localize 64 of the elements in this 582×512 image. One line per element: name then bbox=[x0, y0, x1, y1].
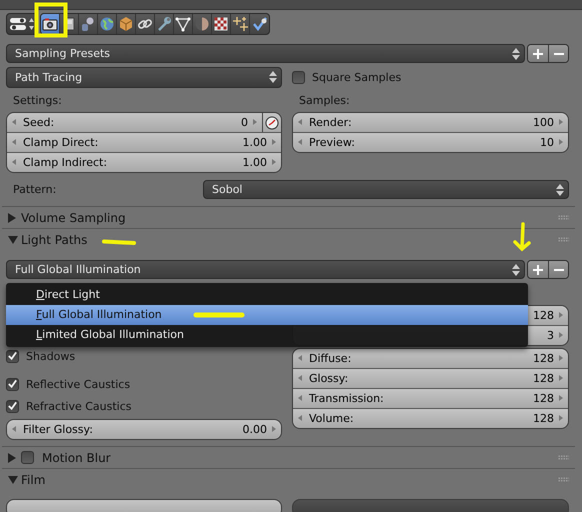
presets-dropdown[interactable]: Sampling Presets bbox=[6, 44, 525, 63]
updown-icon bbox=[512, 48, 520, 60]
clock-icon[interactable] bbox=[262, 113, 281, 132]
checkbox[interactable] bbox=[292, 71, 305, 84]
integrator-dropdown[interactable]: Path Tracing bbox=[6, 67, 282, 88]
underline-mark bbox=[193, 312, 245, 318]
grip-icon[interactable] bbox=[558, 455, 569, 460]
disclosure-icon bbox=[8, 236, 18, 244]
menu-item[interactable]: Limited Global Illumination bbox=[6, 325, 528, 345]
grip-icon[interactable] bbox=[558, 237, 569, 242]
updown-icon bbox=[512, 264, 520, 276]
number-field[interactable]: Clamp Indirect: 1.00 bbox=[7, 153, 281, 172]
number-field[interactable]: Glossy: 128 bbox=[293, 369, 568, 388]
grip-icon[interactable] bbox=[558, 477, 569, 482]
checkbox[interactable] bbox=[6, 350, 19, 362]
number-field[interactable]: Filter Glossy: 0.00 bbox=[7, 420, 281, 439]
updown-icon bbox=[269, 71, 277, 83]
light-paths-preset-dropdown[interactable]: Full Global Illumination bbox=[6, 260, 525, 279]
constraints-tab-icon[interactable] bbox=[136, 14, 155, 34]
remove-preset-button[interactable] bbox=[548, 45, 568, 62]
disclosure-icon bbox=[8, 212, 16, 222]
number-field[interactable]: Render: 100 bbox=[293, 113, 568, 132]
number-field[interactable]: Clamp Direct: 1.00 bbox=[7, 133, 281, 152]
section-label: Samples: bbox=[298, 94, 351, 108]
updown-icon bbox=[556, 184, 564, 196]
add-preset-button[interactable] bbox=[528, 45, 548, 62]
disclosure-icon bbox=[8, 476, 18, 484]
scene-tab-icon[interactable] bbox=[79, 14, 98, 34]
pattern-label: Pattern: bbox=[12, 183, 58, 196]
panel-header[interactable]: Light Paths bbox=[2, 228, 575, 250]
number-field[interactable]: Diffuse: 128 bbox=[293, 349, 568, 368]
checkbox[interactable] bbox=[6, 400, 19, 412]
section-label: Settings: bbox=[12, 94, 63, 108]
number-field[interactable]: Transmission: 128 bbox=[293, 389, 568, 408]
number-field[interactable]: Seed: 0 bbox=[7, 113, 262, 132]
panel-header[interactable]: Volume Sampling bbox=[2, 206, 575, 228]
number-field[interactable]: Volume: 128 bbox=[293, 409, 568, 428]
underline-mark bbox=[102, 239, 136, 245]
data-tab-icon[interactable] bbox=[174, 14, 193, 34]
checkbox-label: Refractive Caustics bbox=[26, 400, 132, 412]
arrow-mark bbox=[512, 222, 532, 252]
world-tab-icon[interactable] bbox=[98, 14, 117, 34]
object-tab-icon[interactable] bbox=[117, 14, 136, 34]
grip-icon[interactable] bbox=[558, 215, 569, 220]
particles-tab-icon[interactable] bbox=[231, 14, 250, 34]
checkbox-label: Shadows bbox=[26, 350, 76, 362]
render-tab-icon[interactable] bbox=[41, 14, 60, 34]
plus-icon bbox=[532, 264, 544, 276]
checkbox[interactable] bbox=[21, 451, 34, 464]
remove-preset-button[interactable] bbox=[548, 261, 568, 278]
plus-icon bbox=[532, 48, 544, 60]
panel-header[interactable]: Film bbox=[2, 468, 575, 490]
checkbox[interactable] bbox=[6, 378, 19, 390]
checkbox-label: Reflective Caustics bbox=[26, 378, 130, 390]
add-preset-button[interactable] bbox=[528, 261, 548, 278]
checkbox-label: Square Samples bbox=[312, 71, 402, 84]
menu-item[interactable]: Direct Light bbox=[6, 285, 528, 305]
texture-tab-icon[interactable] bbox=[212, 14, 231, 34]
material-tab-icon[interactable] bbox=[193, 14, 212, 34]
menu-item[interactable]: Full Global Illumination bbox=[6, 305, 528, 325]
highlight-mark bbox=[34, 2, 68, 38]
number-field[interactable]: Preview: 10 bbox=[293, 133, 568, 152]
panel-header[interactable]: Motion Blur bbox=[2, 446, 575, 468]
pattern-dropdown[interactable]: Sobol bbox=[203, 180, 569, 199]
